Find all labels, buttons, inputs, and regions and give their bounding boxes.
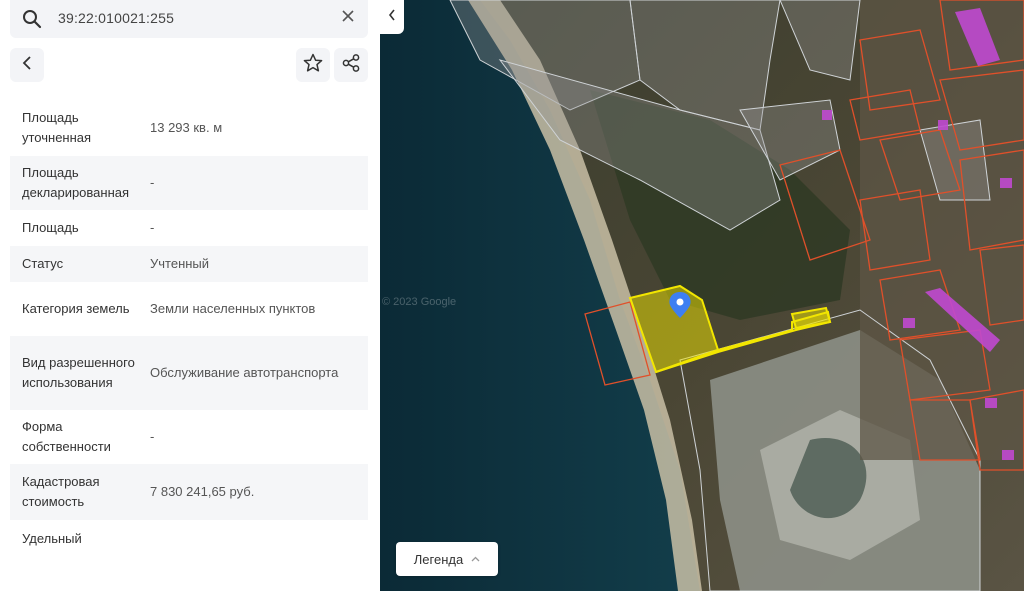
attribute-row: Категория земель Земли населенных пункто… [10,282,368,336]
attribute-label: Форма собственности [22,419,111,454]
attribute-value: 7 830 241,65 руб. [150,484,255,499]
chevron-left-icon [22,55,32,75]
info-panel: 39:22:010021:255 Площадь уточненная 13 2… [0,0,380,591]
favorite-button[interactable] [296,48,330,82]
search-icon [22,9,42,29]
search-input[interactable]: 39:22:010021:255 [58,10,174,26]
attribute-label: Статус [22,256,64,271]
attribute-value: - [150,175,155,190]
attribute-row: Кадастровая стоимость 7 830 241,65 руб. [10,464,368,520]
attribute-row: Площадь декларированная - [10,156,368,210]
collapse-panel-button[interactable] [380,0,404,34]
attribute-value: - [150,429,155,444]
legend-label: Легенда [413,551,464,567]
attribute-label: Удельный [22,531,82,546]
back-button[interactable] [10,48,44,82]
map-watermark: © 2023 Google [382,296,457,308]
attribute-label: Площадь [22,220,79,235]
attribute-row: Форма собственности - [10,410,368,464]
attribute-label: Площадь уточненная [22,110,92,145]
attribute-list: Площадь уточненная 13 293 кв. м Площадь … [10,100,368,558]
chevron-up-icon [471,554,480,565]
legend-button[interactable]: Легенда [396,542,498,576]
close-icon[interactable] [338,8,358,28]
attribute-value: - [150,220,155,235]
attribute-label: Площадь декларированная [22,165,130,200]
attribute-row: Удельный [10,520,368,558]
share-button[interactable] [334,48,368,82]
search-bar[interactable]: 39:22:010021:255 [10,0,368,38]
chevron-left-icon [388,8,396,26]
star-icon [303,53,323,78]
attribute-value: 13 293 кв. м [150,120,223,135]
attribute-label: Вид разрешенного использования [22,355,135,390]
attribute-row: Вид разрешенного использования Обслужива… [10,336,368,410]
attribute-row: Площадь уточненная 13 293 кв. м [10,100,368,156]
attribute-value: Обслуживание автотранспорта [150,365,339,380]
attribute-value: Учтенный [150,256,210,271]
satellite-map[interactable] [380,0,1024,591]
attribute-row: Статус Учтенный [10,246,368,282]
share-icon [341,53,361,78]
attribute-label: Кадастровая стоимость [22,474,100,509]
attribute-label: Категория земель [22,301,130,316]
attribute-row: Площадь - [10,210,368,246]
attribute-value: Земли населенных пунктов [150,301,316,316]
